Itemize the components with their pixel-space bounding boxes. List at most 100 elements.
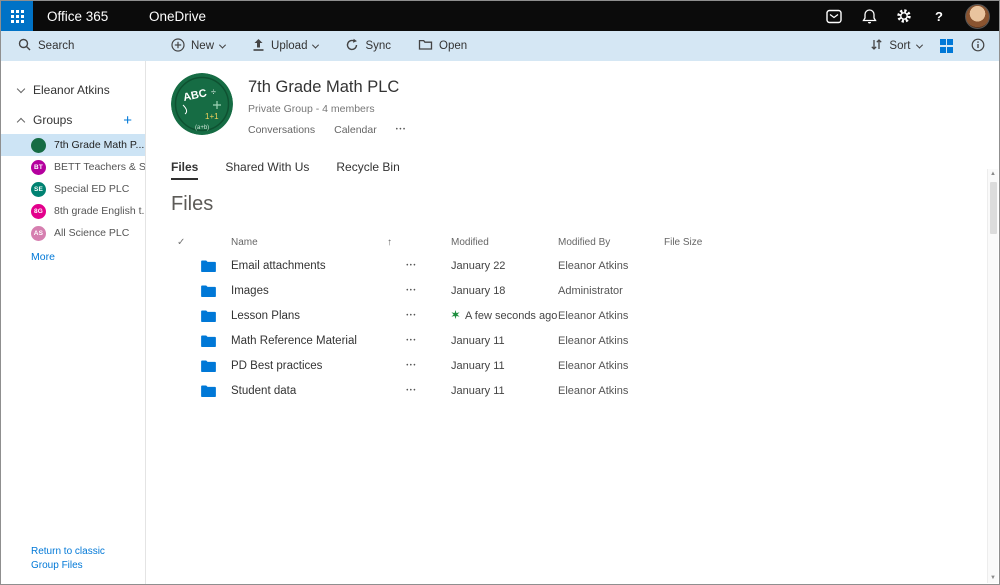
group-header-text: 7th Grade Math PLC Private Group - 4 mem…: [248, 73, 407, 136]
table-row[interactable]: Email attachments ••• January 22 Eleanor…: [171, 253, 901, 278]
group-name-label: All Science PLC: [54, 227, 129, 239]
row-menu-icon[interactable]: •••: [406, 313, 425, 319]
file-name[interactable]: PD Best practices: [225, 360, 381, 372]
modified-date: January 11: [425, 360, 532, 372]
file-name[interactable]: Math Reference Material: [225, 335, 381, 347]
row-menu-icon[interactable]: •••: [406, 288, 425, 294]
row-menu-icon[interactable]: •••: [406, 388, 425, 394]
search-label: Search: [38, 40, 74, 52]
select-all-checkmark[interactable]: ✓: [171, 237, 195, 248]
page-title: Files: [171, 193, 999, 216]
chevron-down-icon: [17, 84, 25, 92]
folder-icon: [195, 360, 225, 372]
user-avatar[interactable]: [965, 4, 990, 29]
vertical-scrollbar[interactable]: ▲ ▼: [987, 169, 998, 583]
conversations-link[interactable]: Conversations: [248, 124, 315, 136]
table-row[interactable]: Lesson Plans ••• A few seconds ago Elean…: [171, 303, 901, 328]
file-name[interactable]: Lesson Plans: [225, 310, 381, 322]
new-button[interactable]: New: [171, 38, 225, 55]
scrollbar-thumb[interactable]: [990, 182, 997, 234]
table-row[interactable]: PD Best practices ••• January 11 Eleanor…: [171, 353, 901, 378]
new-item-icon: [451, 310, 460, 322]
row-menu-icon[interactable]: •••: [406, 338, 425, 344]
help-icon[interactable]: ?: [930, 7, 948, 25]
sync-icon: [345, 38, 359, 55]
group-name-label: 8th grade English t...: [54, 205, 145, 217]
more-link[interactable]: More: [1, 251, 145, 263]
modified-by: Eleanor Atkins: [532, 310, 638, 322]
column-header-name[interactable]: Name: [225, 237, 381, 248]
outlook-icon[interactable]: [825, 7, 843, 25]
sidebar-group-bett-teachers[interactable]: BT BETT Teachers & S...: [1, 156, 145, 178]
tab-shared-with-us[interactable]: Shared With Us: [225, 160, 309, 180]
sidebar-user-label: Eleanor Atkins: [33, 83, 110, 97]
sort-ascending-icon[interactable]: ↑: [381, 237, 425, 248]
modified-date: January 11: [425, 335, 532, 347]
modified-by: Eleanor Atkins: [532, 335, 638, 347]
modified-date: January 11: [425, 385, 532, 397]
calendar-link[interactable]: Calendar: [334, 124, 377, 136]
sidebar-group-8th-grade-english[interactable]: 8G 8th grade English t...: [1, 200, 145, 222]
sidebar-item-user[interactable]: Eleanor Atkins: [1, 79, 145, 101]
group-avatar: [31, 138, 46, 153]
group-links: Conversations Calendar •••: [248, 124, 407, 136]
scroll-down-icon[interactable]: ▼: [990, 575, 996, 581]
bell-icon[interactable]: [860, 7, 878, 25]
table-row[interactable]: Math Reference Material ••• January 11 E…: [171, 328, 901, 353]
add-group-button[interactable]: +: [123, 113, 132, 128]
upload-button[interactable]: Upload: [252, 38, 318, 55]
table-row[interactable]: Student data ••• January 11 Eleanor Atki…: [171, 378, 901, 403]
group-list: 7th Grade Math P... BT BETT Teachers & S…: [1, 134, 145, 244]
modified-by: Eleanor Atkins: [532, 385, 638, 397]
app-title[interactable]: OneDrive: [149, 9, 206, 24]
modified-date: January 18: [425, 285, 532, 297]
sidebar-group-special-ed[interactable]: SE Special ED PLC: [1, 178, 145, 200]
file-name[interactable]: Images: [225, 285, 381, 297]
sidebar-groups-label: Groups: [33, 113, 72, 127]
scroll-up-icon[interactable]: ▲: [990, 171, 996, 177]
group-avatar-image: ABC 1+1 ÷ (a+b): [171, 73, 233, 135]
sort-button[interactable]: Sort: [870, 38, 921, 54]
more-options-icon[interactable]: •••: [396, 127, 407, 133]
sort-icon: [870, 38, 883, 54]
file-name[interactable]: Student data: [225, 385, 381, 397]
group-subtitle: Private Group - 4 members: [248, 103, 407, 115]
modified-date: January 22: [425, 260, 532, 272]
search-icon: [18, 38, 31, 54]
app-launcher-button[interactable]: [1, 1, 33, 31]
tab-files[interactable]: Files: [171, 160, 198, 180]
column-header-file-size[interactable]: File Size: [638, 237, 718, 248]
return-classic-link[interactable]: Return to classic Group Files: [31, 545, 131, 572]
row-menu-icon[interactable]: •••: [406, 363, 425, 369]
group-avatar: 8G: [31, 204, 46, 219]
view-toggle-icon[interactable]: [940, 39, 954, 53]
gear-icon[interactable]: [895, 7, 913, 25]
waffle-icon: [11, 10, 24, 23]
modified-by: Administrator: [532, 285, 638, 297]
file-name[interactable]: Email attachments: [225, 260, 381, 272]
open-label: Open: [439, 40, 467, 52]
table-row[interactable]: Images ••• January 18 Administrator: [171, 278, 901, 303]
brand-title: Office 365: [47, 9, 108, 24]
tab-recycle-bin[interactable]: Recycle Bin: [336, 160, 399, 180]
sync-button[interactable]: Sync: [345, 38, 391, 55]
column-header-modified-by[interactable]: Modified By: [532, 237, 638, 248]
sync-label: Sync: [365, 40, 391, 52]
folder-icon: [195, 335, 225, 347]
table-header: ✓ Name ↑ Modified Modified By File Size: [171, 231, 901, 253]
chevron-down-icon: [219, 41, 226, 48]
group-avatar: AS: [31, 226, 46, 241]
sidebar-group-7th-grade-math[interactable]: 7th Grade Math P...: [1, 134, 145, 156]
sidebar-group-all-science[interactable]: AS All Science PLC: [1, 222, 145, 244]
sidebar: Eleanor Atkins Groups + 7th Grade Math P…: [1, 61, 146, 584]
suite-bar-actions: ?: [825, 4, 999, 29]
column-header-modified[interactable]: Modified: [425, 237, 532, 248]
row-menu-icon[interactable]: •••: [406, 263, 425, 269]
group-avatar: BT: [31, 160, 46, 175]
chevron-down-icon: [915, 41, 922, 48]
folder-icon: [195, 260, 225, 272]
search-box[interactable]: Search: [1, 31, 146, 61]
open-button[interactable]: Open: [418, 38, 467, 54]
sidebar-item-groups[interactable]: Groups +: [1, 109, 145, 131]
info-icon[interactable]: [971, 38, 985, 55]
